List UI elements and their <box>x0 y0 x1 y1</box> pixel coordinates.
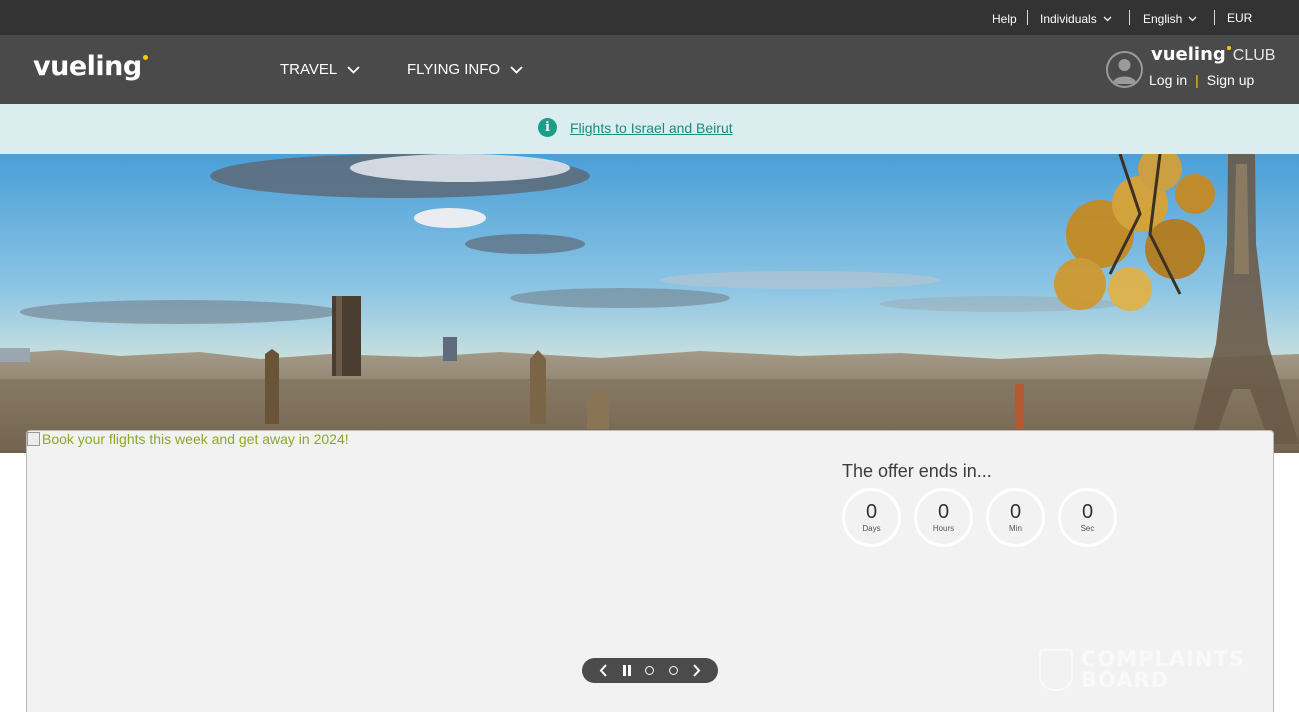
carousel-dot[interactable] <box>666 664 680 678</box>
countdown-seconds: 0 Sec <box>1058 488 1117 547</box>
paris-skyline-illustration <box>0 154 1299 453</box>
broken-image-icon <box>27 432 40 446</box>
chevron-right-icon[interactable] <box>689 664 703 678</box>
countdown-unit: Hours <box>932 524 955 533</box>
divider <box>1129 10 1130 25</box>
countdown-minutes: 0 Min <box>986 488 1045 547</box>
chevron-left-icon[interactable] <box>597 664 611 678</box>
audience-label: Individuals <box>1040 12 1097 26</box>
language-dropdown[interactable]: English <box>1143 12 1197 26</box>
audience-dropdown[interactable]: Individuals <box>1040 12 1112 26</box>
utility-bar: Help Individuals English EUR <box>0 0 1299 35</box>
club-logo-text: vueling <box>1151 44 1226 65</box>
watermark-text: COMPLAINTS BOARD <box>1081 649 1245 691</box>
watermark-line1: COMPLAINTS <box>1081 647 1246 671</box>
countdown-value: 0 <box>937 501 950 523</box>
club-logo-dot <box>1226 46 1231 50</box>
info-icon: i <box>538 118 557 137</box>
offer-title: The offer ends in... <box>842 461 992 481</box>
help-label: Help <box>992 12 1017 26</box>
help-link[interactable]: Help <box>992 12 1017 26</box>
divider <box>1027 10 1028 25</box>
link-separator: | <box>1195 72 1199 88</box>
currency-label: EUR <box>1227 11 1253 25</box>
promo-image-alt-text: Book your flights this week and get away… <box>42 431 349 447</box>
countdown-value: 0 <box>1009 501 1022 523</box>
watermark-line2: BOARD <box>1081 668 1170 692</box>
countdown-unit: Min <box>1009 524 1022 533</box>
currency-selector[interactable]: EUR <box>1227 11 1252 25</box>
countdown-unit: Sec <box>1080 524 1095 533</box>
main-header: vueling TRAVEL FLYING INFO vueling CLUB L… <box>0 35 1299 104</box>
nav-flying-info[interactable]: FLYING INFO <box>407 61 523 78</box>
carousel-controls <box>582 658 718 683</box>
chevron-down-icon <box>510 65 523 74</box>
countdown-hours: 0 Hours <box>914 488 973 547</box>
nav-flying-info-label: FLYING INFO <box>407 61 501 78</box>
language-label: English <box>1143 12 1183 26</box>
pause-icon[interactable] <box>620 664 634 678</box>
club-auth-links: Log in | Sign up <box>1149 72 1254 88</box>
shield-icon <box>1039 649 1073 691</box>
login-link[interactable]: Log in <box>1149 72 1187 88</box>
user-avatar-icon[interactable] <box>1106 51 1143 88</box>
club-logo: vueling CLUB <box>1151 44 1275 65</box>
nav-travel-label: TRAVEL <box>280 61 338 78</box>
hero-image <box>0 154 1299 453</box>
logo-text: vueling <box>33 51 142 82</box>
notice-banner: i Flights to Israel and Beirut <box>0 104 1299 154</box>
promo-image[interactable]: Book your flights this week and get away… <box>27 431 349 447</box>
logo-dot <box>142 55 148 60</box>
chevron-down-icon <box>1188 16 1197 22</box>
divider <box>1214 10 1215 25</box>
vueling-logo[interactable]: vueling <box>33 51 148 82</box>
countdown-days: 0 Days <box>842 488 901 547</box>
countdown-timer: 0 Days 0 Hours 0 Min 0 Sec <box>842 488 1117 547</box>
countdown-unit: Days <box>862 524 881 533</box>
chevron-down-icon <box>347 65 360 74</box>
nav-travel[interactable]: TRAVEL <box>280 61 360 78</box>
signup-link[interactable]: Sign up <box>1207 72 1254 88</box>
carousel-dot[interactable] <box>643 664 657 678</box>
vueling-club: vueling CLUB Log in | Sign up <box>1099 35 1299 104</box>
complaints-board-watermark: COMPLAINTS BOARD <box>1039 649 1245 691</box>
countdown-value: 0 <box>1081 501 1094 523</box>
club-suffix: CLUB <box>1232 47 1276 64</box>
notice-content: i Flights to Israel and Beirut <box>538 118 733 137</box>
notice-link[interactable]: Flights to Israel and Beirut <box>570 120 733 136</box>
countdown-value: 0 <box>865 501 878 523</box>
promo-card: Book your flights this week and get away… <box>26 430 1274 712</box>
chevron-down-icon <box>1103 16 1112 22</box>
